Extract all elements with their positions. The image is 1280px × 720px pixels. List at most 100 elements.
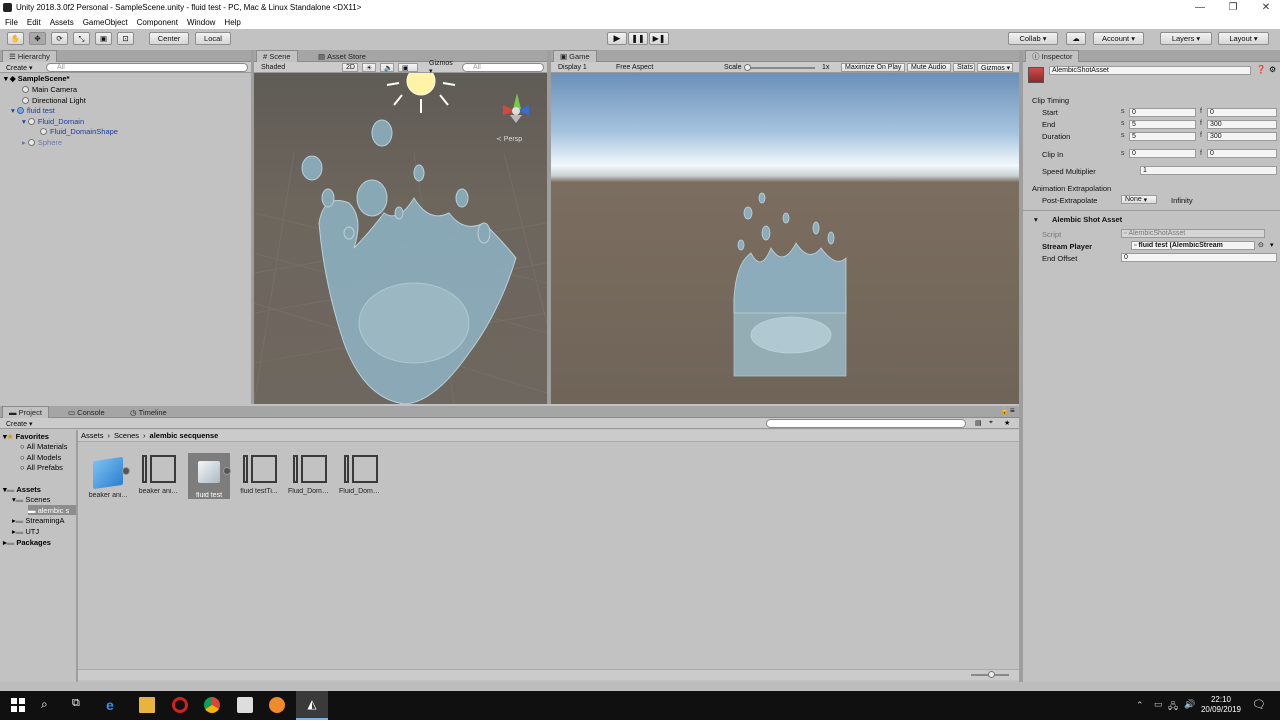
hierarchy-item-main-camera[interactable]: Main Camera: [22, 84, 77, 94]
windows-start-icon[interactable]: [10, 697, 26, 713]
clip-in-seconds-field[interactable]: 0: [1129, 149, 1196, 158]
asset-item-fluid-domain-1[interactable]: Fluid_Doma...: [288, 453, 330, 495]
scale-slider-handle[interactable]: [744, 64, 751, 71]
scale-tool-icon[interactable]: ⤡: [73, 32, 90, 45]
shading-mode-dropdown[interactable]: Shaded: [258, 63, 338, 72]
hierarchy-item-directional-light[interactable]: Directional Light: [22, 95, 86, 105]
layers-button[interactable]: Layers ▾: [1160, 32, 1212, 45]
tab-console[interactable]: ▭ Console: [62, 406, 111, 418]
menu-gameobject[interactable]: GameObject: [83, 18, 128, 27]
folder-streaming-assets[interactable]: ▸ ▬ StreamingA: [12, 515, 65, 525]
sun-light-gizmo[interactable]: [386, 73, 456, 113]
end-offset-field[interactable]: 0: [1121, 253, 1277, 262]
hierarchy-item-sphere[interactable]: ▸ Sphere: [22, 137, 62, 147]
tray-chevron-icon[interactable]: ⌃: [1136, 700, 1144, 711]
transform-tool-icon[interactable]: ⊡: [117, 32, 134, 45]
tab-project[interactable]: ▬ Project: [2, 406, 49, 418]
component-fold-arrow-icon[interactable]: ▾: [1034, 215, 1038, 224]
asset-item-fluid-test-timeline[interactable]: fluid testTi...: [238, 453, 280, 495]
close-button[interactable]: ✕: [1246, 0, 1280, 15]
object-picker-icon[interactable]: ⊙: [1258, 241, 1264, 249]
play-button[interactable]: ▶: [607, 32, 627, 45]
project-create-dropdown[interactable]: Create ▾: [3, 419, 39, 428]
effects-toggle-icon[interactable]: ▣: [398, 63, 418, 72]
rect-tool-icon[interactable]: ▣: [95, 32, 112, 45]
search-by-type-icon[interactable]: ▤: [975, 419, 982, 427]
hierarchy-scene-splitter[interactable]: [251, 50, 254, 404]
breadcrumb-current[interactable]: alembic secquense: [150, 431, 219, 440]
menu-file[interactable]: File: [5, 18, 18, 27]
hierarchy-item-fluid-test[interactable]: ▾ fluid test: [11, 105, 55, 115]
move-tool-icon[interactable]: ✥: [29, 32, 46, 45]
menu-assets[interactable]: Assets: [50, 18, 74, 27]
duration-frames-field[interactable]: 300: [1207, 132, 1277, 141]
account-button[interactable]: Account ▾: [1093, 32, 1144, 45]
help-icon[interactable]: ❓: [1256, 65, 1266, 74]
end-frames-field[interactable]: 300: [1207, 120, 1277, 129]
maximize-on-play-toggle[interactable]: Maximize On Play: [841, 63, 905, 72]
asset-item-fluid-domain-2[interactable]: Fluid_Doma...: [339, 453, 381, 495]
favorite-all-prefabs[interactable]: ○ All Prefabs: [20, 462, 63, 472]
scene-gizmos-dropdown[interactable]: Gizmos ▾: [426, 60, 458, 75]
menu-edit[interactable]: Edit: [27, 18, 41, 27]
breadcrumb-assets[interactable]: Assets: [81, 431, 104, 440]
main-inspector-splitter[interactable]: [1019, 50, 1023, 682]
assets-folder[interactable]: ▾ ▬ Assets: [3, 484, 41, 494]
favorite-star-icon[interactable]: ★: [1004, 419, 1010, 427]
game-gizmos-dropdown[interactable]: Gizmos ▾: [977, 63, 1013, 72]
audio-toggle-icon[interactable]: 🔈: [380, 63, 394, 72]
asset-item-beaker-2[interactable]: beaker ani...: [137, 453, 179, 495]
tab-game[interactable]: ▣ Game: [553, 50, 597, 62]
stats-toggle[interactable]: Stats: [953, 63, 975, 72]
asset-item-fluid-test[interactable]: fluid test: [188, 453, 231, 499]
folder-alembic-sequence[interactable]: ▬ alembic s: [28, 505, 76, 515]
network-icon[interactable]: 🖧: [1168, 699, 1178, 715]
breadcrumb-scenes[interactable]: Scenes: [114, 431, 139, 440]
pause-button[interactable]: ❚❚: [628, 32, 648, 45]
chrome-browser-icon[interactable]: [204, 697, 220, 713]
layout-button[interactable]: Layout ▾: [1218, 32, 1269, 45]
post-extrapolate-dropdown[interactable]: None ▾: [1121, 195, 1157, 204]
folder-scenes[interactable]: ▾ ▬ Scenes: [12, 494, 50, 504]
collab-button[interactable]: Collab ▾: [1008, 32, 1058, 45]
hierarchy-search-input[interactable]: All: [46, 63, 248, 72]
tab-scene[interactable]: # Scene: [256, 50, 298, 62]
pivot-local-button[interactable]: Local: [195, 32, 231, 45]
rotate-tool-icon[interactable]: ⟳: [51, 32, 68, 45]
speed-multiplier-field[interactable]: 1: [1140, 166, 1277, 175]
file-explorer-icon[interactable]: [139, 697, 155, 713]
edge-browser-icon[interactable]: e: [106, 697, 122, 713]
favorite-all-models[interactable]: ○ All Models: [20, 452, 61, 462]
duration-seconds-field[interactable]: 5: [1129, 132, 1196, 141]
stream-player-field[interactable]: ▫ fluid test (AlembicStream: [1131, 241, 1255, 250]
clock[interactable]: 22:10 20/09/2019: [1198, 695, 1244, 715]
blender-icon[interactable]: [269, 697, 285, 713]
display-dropdown[interactable]: Display 1: [555, 63, 609, 72]
tab-inspector[interactable]: ⓘ Inspector: [1025, 50, 1080, 62]
start-seconds-field[interactable]: 0: [1129, 108, 1196, 117]
search-icon[interactable]: ⌕: [41, 697, 57, 713]
game-viewport[interactable]: [551, 73, 1019, 404]
hierarchy-item-fluid-domainshape[interactable]: Fluid_DomainShape: [40, 126, 118, 136]
unity-taskbar-button[interactable]: ◭: [296, 691, 328, 720]
scene-root-row[interactable]: ▾ ◆ SampleScene*: [4, 73, 69, 83]
volume-icon[interactable]: 🔊: [1184, 699, 1195, 710]
scale-slider-track[interactable]: [745, 67, 815, 69]
tab-hierarchy[interactable]: ☰ Hierarchy: [2, 50, 57, 62]
step-button[interactable]: ▶❚: [649, 32, 669, 45]
task-view-icon[interactable]: ⧉: [72, 697, 88, 713]
cloud-icon[interactable]: ☁: [1066, 32, 1086, 45]
tab-timeline[interactable]: ◷ Timeline: [124, 406, 173, 418]
start-frames-field[interactable]: 0: [1207, 108, 1277, 117]
orientation-gizmo[interactable]: [503, 93, 529, 123]
scene-game-splitter[interactable]: [547, 50, 551, 404]
hierarchy-create-dropdown[interactable]: Create ▾: [3, 63, 39, 72]
hierarchy-item-fluid-domain[interactable]: ▾ Fluid_Domain: [22, 116, 84, 126]
favorite-all-materials[interactable]: ○ All Materials: [20, 441, 67, 451]
lock-icon[interactable]: 🔒: [1000, 407, 1009, 415]
lighting-toggle-icon[interactable]: ☀: [362, 63, 376, 72]
search-by-label-icon[interactable]: ⌖: [989, 419, 993, 427]
mute-audio-toggle[interactable]: Mute Audio: [907, 63, 951, 72]
2d-toggle[interactable]: 2D: [342, 63, 358, 72]
settings-gear-icon[interactable]: ⚙: [1269, 65, 1276, 74]
